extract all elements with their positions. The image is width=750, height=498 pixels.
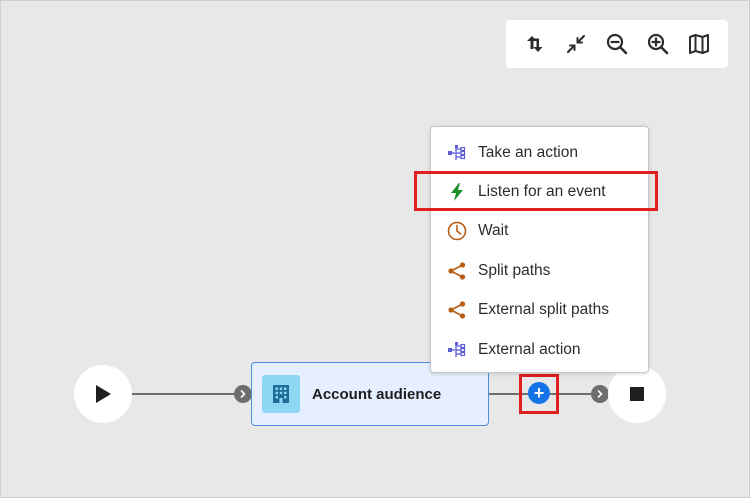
- action-icon: [446, 339, 468, 361]
- share-icon: [446, 260, 468, 282]
- menu-item-label: Take an action: [478, 143, 578, 161]
- end-node[interactable]: [608, 365, 666, 423]
- map-icon: [689, 34, 710, 54]
- audience-node-label: Account audience: [312, 385, 442, 403]
- menu-item-external-action[interactable]: External action: [431, 330, 648, 369]
- connector-chevron-left[interactable]: [234, 385, 252, 403]
- chevron-right-icon: [240, 390, 246, 398]
- menu-item-wait[interactable]: Wait: [431, 212, 648, 251]
- zoom-in-icon: [648, 33, 669, 55]
- add-activity-button[interactable]: +: [528, 382, 550, 404]
- menu-item-label: Wait: [478, 222, 509, 240]
- menu-item-label: External split paths: [478, 301, 609, 319]
- building-icon: [273, 385, 289, 403]
- reroute-button[interactable]: [518, 27, 552, 61]
- zoom-in-button[interactable]: [641, 27, 675, 61]
- menu-item-label: Listen for an event: [478, 183, 606, 201]
- menu-item-label: External action: [478, 340, 581, 358]
- chevron-right-icon: [597, 390, 603, 398]
- add-activity-menu: Take an action Listen for an event Wait: [430, 126, 649, 373]
- connector-chevron-right[interactable]: [591, 385, 609, 403]
- lightning-icon: [446, 181, 468, 203]
- collapse-icon: [566, 35, 585, 53]
- zoom-out-button[interactable]: [600, 27, 634, 61]
- share-icon: [446, 299, 468, 321]
- menu-item-listen-event[interactable]: Listen for an event: [431, 172, 648, 211]
- menu-item-take-action[interactable]: Take an action: [431, 133, 648, 172]
- action-icon: [446, 142, 468, 164]
- collapse-button[interactable]: [559, 27, 593, 61]
- clock-icon: [446, 220, 468, 242]
- menu-item-label: Split paths: [478, 261, 551, 279]
- stop-icon: [630, 387, 644, 401]
- map-button[interactable]: [682, 27, 716, 61]
- menu-item-split-paths[interactable]: Split paths: [431, 251, 648, 290]
- reroute-icon: [526, 36, 543, 52]
- zoom-out-icon: [606, 33, 628, 55]
- start-node[interactable]: [74, 365, 132, 423]
- play-icon: [96, 385, 111, 403]
- audience-icon-tile: [262, 375, 300, 413]
- journey-canvas[interactable]: Account audience + Take an action Listen…: [1, 1, 750, 498]
- canvas-toolbar: [506, 20, 728, 68]
- menu-item-external-split-paths[interactable]: External split paths: [431, 291, 648, 330]
